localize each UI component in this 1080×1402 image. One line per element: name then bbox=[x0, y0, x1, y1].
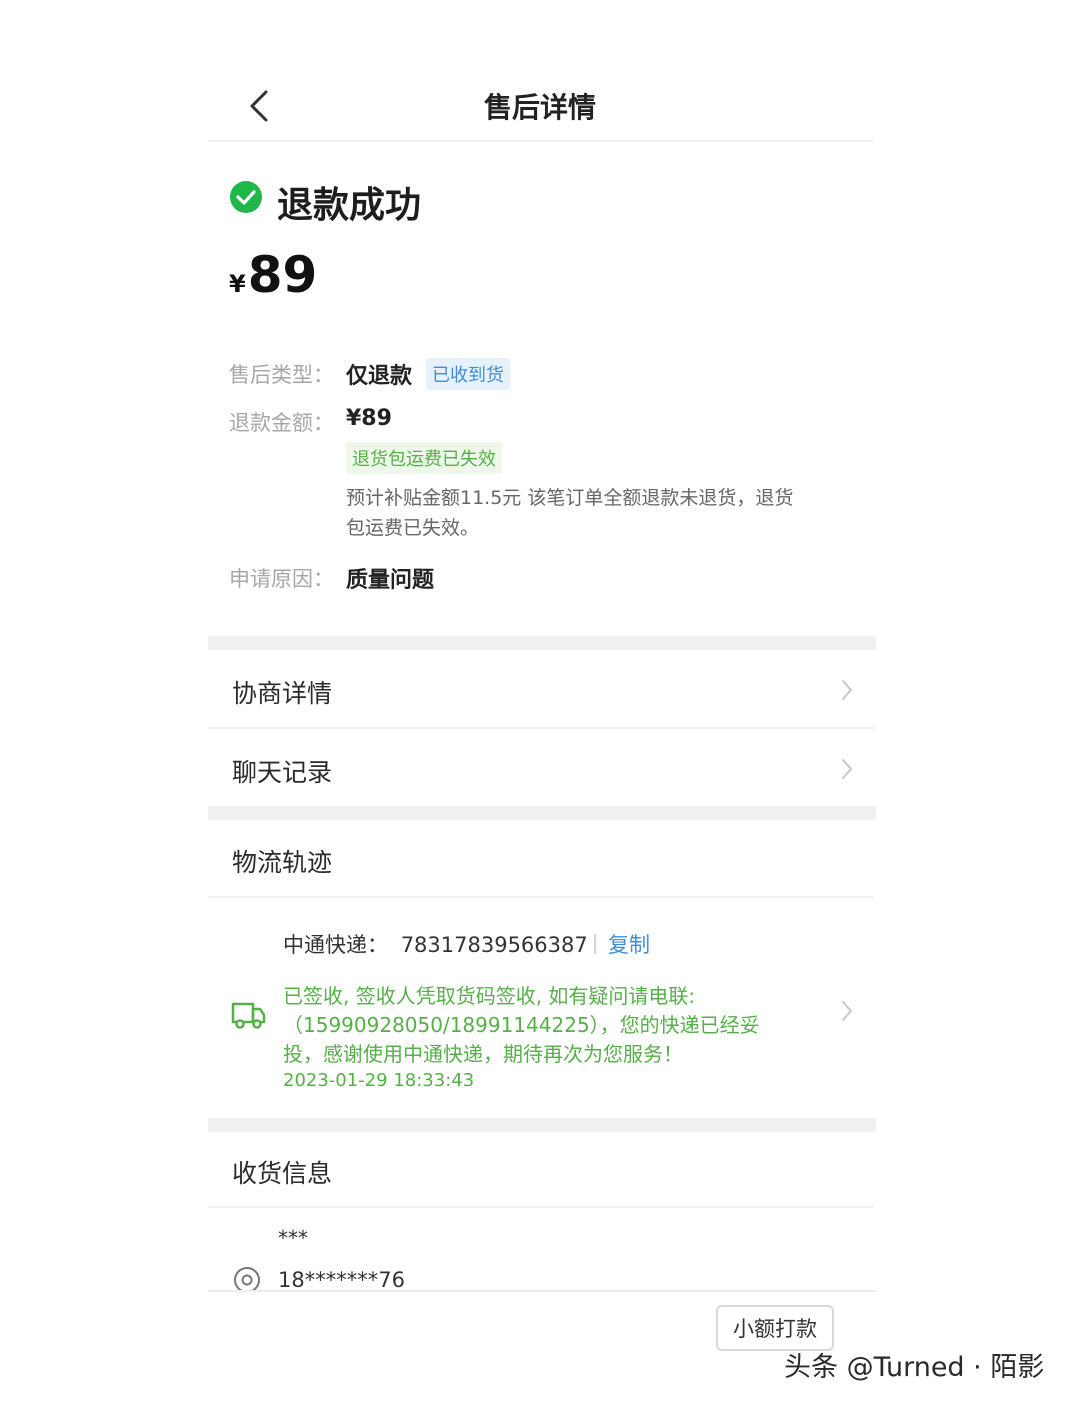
subsidy-note-line2: 包运费已失效。 bbox=[346, 517, 480, 539]
carrier-label: 中通快递： bbox=[283, 933, 388, 957]
aftersale-type-value: 仅退款 bbox=[346, 364, 413, 389]
refund-amount-label: 退款金额： bbox=[229, 411, 334, 435]
receiver-title: 收货信息 bbox=[232, 1159, 333, 1188]
tracking-time: 2023-01-29 18:33:43 bbox=[283, 1070, 475, 1091]
aftersale-type-label: 售后类型： bbox=[229, 363, 334, 387]
tracking-number: 78317839566387 bbox=[400, 933, 588, 957]
refund-amount-value: ¥89 bbox=[346, 406, 392, 431]
currency-symbol: ¥ bbox=[229, 270, 246, 298]
tracking-status-line3: 投，感谢使用中通快递，期待再次为您服务！ bbox=[283, 1042, 683, 1066]
chat-history-label: 聊天记录 bbox=[232, 758, 333, 787]
check-circle-icon bbox=[230, 181, 262, 213]
amount-value: 89 bbox=[247, 246, 318, 304]
watermark: 头条 @Turned · 陌影 bbox=[784, 1352, 1045, 1383]
negotiation-details-label: 协商详情 bbox=[232, 679, 333, 708]
chevron-right-icon bbox=[842, 759, 852, 779]
receiver-phone: 18*******76 bbox=[278, 1268, 405, 1292]
refund-amount: ¥89 bbox=[229, 246, 317, 304]
chevron-right-icon bbox=[842, 1001, 852, 1021]
subsidy-note-line1: 预计补贴金额11.5元 该笔订单全额退款未退货，退货 bbox=[346, 487, 794, 509]
logistics-title: 物流轨迹 bbox=[232, 848, 333, 877]
logistics-card[interactable]: 中通快递： 78317839566387 复制 已签收, 签收人凭取货码签收, … bbox=[208, 898, 876, 1118]
receiver-name: *** bbox=[278, 1226, 308, 1250]
chevron-right-icon bbox=[842, 680, 852, 700]
reason-label: 申请原因： bbox=[229, 567, 334, 591]
refund-status: 退款成功 bbox=[277, 185, 422, 226]
copy-button[interactable]: 复制 bbox=[608, 929, 650, 959]
tracking-status-line2: （15990928050/18991144225），您的快递已经妥 bbox=[283, 1013, 760, 1037]
reason-value: 质量问题 bbox=[346, 568, 435, 593]
page-title: 售后详情 bbox=[483, 91, 596, 124]
back-button[interactable] bbox=[240, 86, 280, 126]
separator bbox=[594, 934, 596, 954]
delivery-truck-icon bbox=[231, 1002, 266, 1029]
tracking-info: 中通快递： 78317839566387 bbox=[283, 929, 588, 959]
negotiation-details-row[interactable]: 协商详情 bbox=[208, 650, 876, 728]
shipping-expired-tag: 退货包运费已失效 bbox=[346, 442, 502, 474]
chat-history-row[interactable]: 聊天记录 bbox=[208, 729, 876, 807]
received-goods-tag: 已收到货 bbox=[426, 358, 510, 390]
tracking-status-line1: 已签收, 签收人凭取货码签收, 如有疑问请电联: bbox=[283, 984, 696, 1008]
chevron-left-icon bbox=[250, 90, 268, 122]
